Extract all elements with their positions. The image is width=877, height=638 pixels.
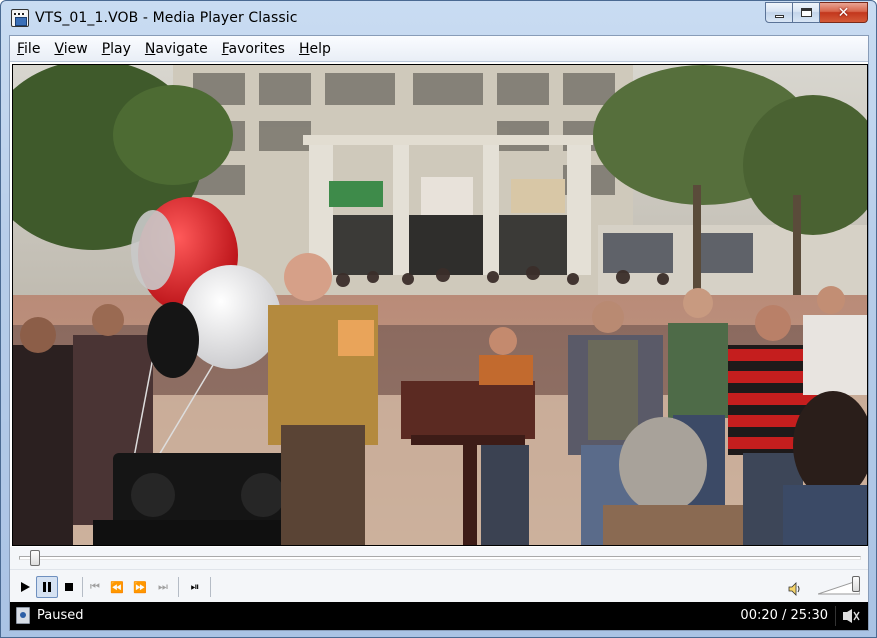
playback-toolbar: ⏮ ⏪ ⏩ ⏭ ⏯ [10, 569, 868, 602]
menu-file-accel: F [17, 40, 25, 57]
fast-forward-icon: ⏩ [133, 580, 147, 594]
menu-file[interactable]: File [10, 36, 47, 62]
status-bar: Paused 00:20 / 25:30 [10, 602, 868, 630]
maximize-button[interactable] [793, 2, 820, 23]
toolbar-separator [210, 577, 211, 597]
menu-play-accel: P [101, 40, 111, 57]
playback-status: Paused [37, 608, 84, 623]
stop-icon [65, 583, 73, 591]
menu-play-label: lay [110, 40, 131, 57]
menu-view-label: iew [63, 40, 88, 57]
time-display[interactable]: 00:20 / 25:30 [740, 608, 828, 623]
window-controls: ✕ [765, 2, 868, 24]
frame-step-icon: ⏯ [190, 580, 200, 593]
status-separator [835, 606, 836, 626]
video-image [13, 65, 867, 545]
play-button[interactable] [14, 576, 36, 598]
title-bar[interactable]: VTS_01_1.VOB - Media Player Classic ✕ [1, 1, 876, 35]
stop-button[interactable] [58, 576, 80, 598]
skip-forward-button[interactable]: ⏭ [152, 576, 174, 598]
skip-back-icon: ⏮ [90, 580, 100, 593]
menu-help-label: elp [309, 40, 331, 57]
seek-bar-area [10, 547, 868, 569]
toolbar-separator [82, 577, 83, 597]
menu-favorites-label: avorites [228, 40, 285, 57]
menu-bar: File View Play Navigate Favorites Help [10, 36, 868, 62]
maximize-icon [800, 8, 812, 17]
menu-favorites[interactable]: Favorites [215, 36, 292, 62]
audio-output-icon[interactable] [842, 609, 860, 623]
fast-forward-button[interactable]: ⏩ [129, 576, 151, 598]
menu-view-accel: V [54, 40, 64, 57]
seek-track[interactable] [19, 556, 861, 560]
file-status-icon [16, 607, 30, 624]
menu-view[interactable]: View [47, 36, 94, 62]
frame-step-button[interactable]: ⏯ [184, 576, 206, 598]
skip-forward-icon: ⏭ [158, 580, 168, 593]
menu-favorites-accel: F [221, 40, 229, 57]
menu-navigate-label: avigate [155, 40, 208, 57]
client-area: File View Play Navigate Favorites Help ⏮… [9, 35, 869, 631]
toolbar-separator [178, 577, 179, 597]
video-frame[interactable] [12, 64, 868, 546]
pause-button[interactable] [36, 576, 58, 598]
pause-icon [43, 582, 51, 592]
seek-thumb[interactable] [29, 550, 40, 566]
menu-navigate[interactable]: Navigate [138, 36, 215, 62]
app-icon[interactable] [11, 9, 29, 27]
minimize-icon [774, 15, 784, 18]
menu-play[interactable]: Play [95, 36, 138, 62]
speaker-icon[interactable] [788, 582, 802, 596]
window-title: VTS_01_1.VOB - Media Player Classic [35, 10, 298, 26]
player-window: VTS_01_1.VOB - Media Player Classic ✕ Fi… [0, 0, 877, 638]
close-button[interactable]: ✕ [820, 2, 868, 23]
menu-navigate-accel: N [144, 40, 156, 57]
menu-help-accel: H [298, 40, 310, 57]
menu-help[interactable]: Help [292, 36, 338, 62]
volume-thumb[interactable] [852, 576, 860, 592]
skip-back-button[interactable]: ⏮ [84, 576, 106, 598]
menu-file-label: ile [24, 40, 41, 57]
close-icon: ✕ [837, 4, 850, 21]
rewind-icon: ⏪ [110, 580, 124, 594]
play-icon [20, 582, 30, 592]
minimize-button[interactable] [765, 2, 793, 23]
rewind-button[interactable]: ⏪ [106, 576, 128, 598]
